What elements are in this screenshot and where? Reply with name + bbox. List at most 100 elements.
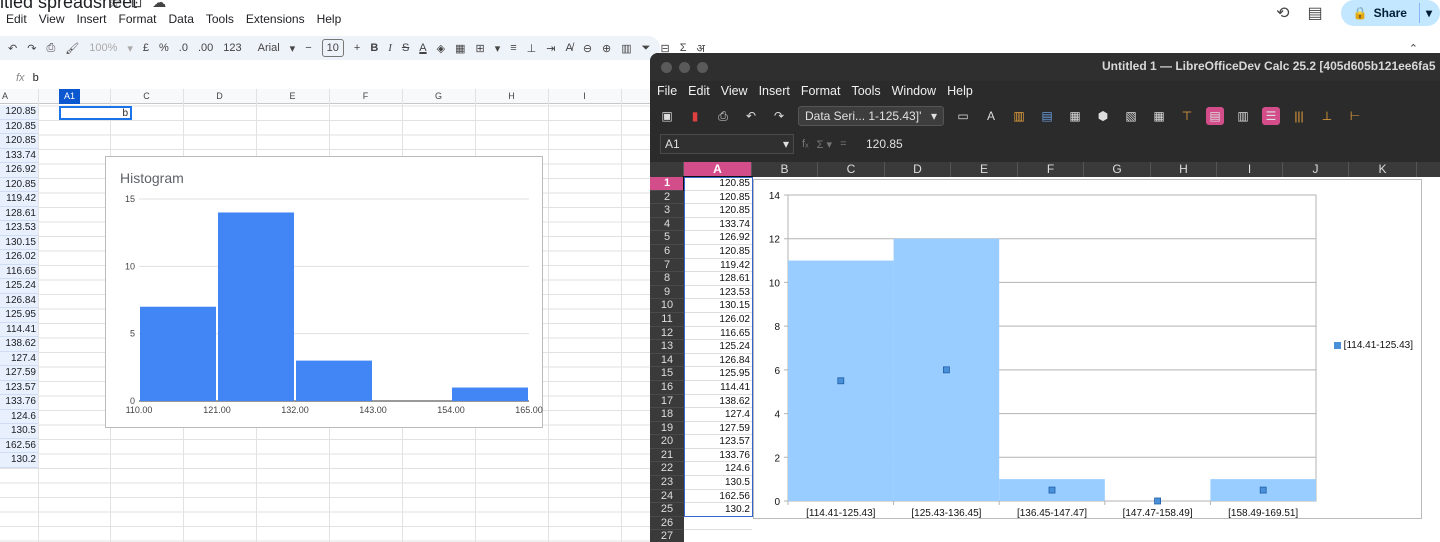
lo-col-d[interactable]: D — [885, 162, 951, 177]
print-icon[interactable]: ⎙ — [46, 42, 55, 55]
table-cell[interactable]: 162.56 — [0, 438, 38, 453]
paint-format-icon[interactable]: 🖌 — [65, 42, 79, 55]
table-cell[interactable]: 116.65 — [0, 264, 38, 279]
font-select[interactable]: Arial — [258, 42, 280, 54]
axes-icon[interactable]: ⊥ — [1318, 107, 1336, 125]
row-header[interactable]: 9 — [650, 285, 684, 300]
horizontal-grids-icon[interactable]: ☰ — [1262, 107, 1280, 125]
save-icon[interactable]: ▣ — [658, 107, 676, 125]
row-header[interactable]: 8 — [650, 272, 684, 286]
rotate-icon[interactable]: A̸ — [565, 42, 572, 54]
more-formats-button[interactable]: 123 — [223, 42, 241, 54]
italic-button[interactable]: I — [388, 42, 392, 54]
menu-view[interactable]: View — [39, 12, 65, 26]
close-window-icon[interactable] — [661, 61, 672, 73]
formula-input[interactable]: b — [33, 72, 39, 84]
table-cell[interactable]: 119.42 — [0, 192, 38, 207]
table-cell[interactable]: 138.62 — [684, 394, 752, 409]
table-cell[interactable]: 120.85 — [0, 177, 38, 192]
column-header-g[interactable]: G — [402, 91, 475, 101]
comments-icon[interactable]: ▤ — [1308, 3, 1323, 23]
table-cell[interactable]: 119.42 — [684, 258, 752, 273]
bold-button[interactable]: B — [370, 42, 378, 54]
wrap-icon[interactable]: ⇥ — [546, 42, 555, 55]
menu-data[interactable]: Data — [169, 12, 194, 26]
table-cell[interactable]: 127.4 — [684, 408, 752, 422]
table-cell[interactable]: 116.65 — [684, 326, 752, 341]
gsheets-histogram-chart[interactable]: Histogram 0 5 10 15 110.00 121.00 132.00 143.00… — [105, 156, 543, 428]
legend-icon[interactable]: ▥ — [1234, 107, 1252, 125]
table-cell[interactable]: 123.57 — [0, 380, 38, 395]
lo-name-box[interactable]: A1 ▾ — [660, 134, 794, 154]
menu-tools[interactable]: Tools — [206, 12, 234, 26]
column-header-a[interactable]: A — [0, 91, 10, 101]
lo-col-f[interactable]: F — [1018, 162, 1084, 177]
lo-menu-insert[interactable]: Insert — [759, 84, 790, 98]
table-cell[interactable]: 130.5 — [684, 476, 752, 490]
font-dropdown-icon[interactable]: ▾ — [290, 42, 296, 55]
lo-col-h[interactable]: H — [1151, 162, 1217, 177]
table-cell[interactable]: 126.84 — [0, 293, 38, 308]
table-cell[interactable]: 123.57 — [684, 435, 752, 449]
row-header[interactable]: 14 — [650, 353, 684, 368]
table-cell[interactable] — [684, 516, 752, 531]
row-header[interactable]: 19 — [650, 421, 684, 436]
row-header[interactable]: 5 — [650, 231, 684, 245]
share-button[interactable]: 🔒 Share ▾ — [1340, 0, 1440, 26]
star-icon[interactable]: ☆ — [108, 0, 121, 11]
font-size-increase-button[interactable]: + — [354, 42, 360, 54]
column-header-e[interactable]: E — [256, 91, 329, 101]
font-size-input[interactable]: 10 — [321, 39, 344, 57]
row-header[interactable]: 1 — [650, 177, 684, 191]
lo-formula-input[interactable]: 120.85 — [866, 137, 903, 151]
row-header[interactable]: 24 — [650, 489, 684, 504]
redo-icon[interactable]: ↷ — [770, 107, 788, 125]
bar-chart-icon[interactable]: ▥ — [1010, 107, 1028, 125]
lo-col-j[interactable]: J — [1283, 162, 1349, 177]
lo-menu-file[interactable]: File — [657, 84, 677, 98]
strikethrough-button[interactable]: S — [402, 42, 409, 54]
table-cell[interactable]: 124.6 — [0, 409, 38, 424]
lo-col-g[interactable]: G — [1084, 162, 1151, 177]
move-folder-icon[interactable]: ⊡ — [131, 0, 143, 11]
table-cell[interactable]: 123.53 — [684, 285, 752, 300]
row-header[interactable]: 23 — [650, 476, 684, 490]
row-header[interactable]: 21 — [650, 448, 684, 463]
title-icon[interactable]: ⊤ — [1178, 107, 1196, 125]
table-cell[interactable]: 162.56 — [684, 489, 752, 504]
row-header[interactable]: 11 — [650, 312, 684, 327]
maximize-window-icon[interactable] — [697, 61, 708, 73]
menu-edit[interactable]: Edit — [6, 12, 27, 26]
chart-element-select[interactable]: Data Seri... 1-125.43]' ▾ — [798, 106, 944, 126]
table-cell[interactable]: 138.62 — [0, 337, 38, 352]
lo-col-e[interactable]: E — [951, 162, 1018, 177]
row-header[interactable]: 26 — [650, 516, 684, 531]
lo-menu-help[interactable]: Help — [947, 84, 973, 98]
data-ranges-icon[interactable]: ▦ — [1066, 107, 1084, 125]
lo-menu-view[interactable]: View — [721, 84, 748, 98]
column-header-b[interactable]: A1 — [59, 89, 80, 104]
column-header-c[interactable]: C — [110, 91, 183, 101]
row-header[interactable]: 7 — [650, 258, 684, 273]
chart-legend[interactable]: [114.41-125.43] — [1333, 340, 1413, 351]
lo-col-k[interactable]: K — [1349, 162, 1417, 177]
table-cell[interactable]: 114.41 — [684, 380, 752, 395]
lo-titlebar[interactable]: Untitled 1 — LibreOfficeDev Calc 25.2 [4… — [650, 53, 1440, 81]
minimize-window-icon[interactable] — [679, 61, 690, 73]
row-header[interactable]: 16 — [650, 380, 684, 395]
table-cell[interactable]: 120.85 — [0, 134, 38, 149]
table-cell[interactable]: 123.53 — [0, 221, 38, 236]
table-cell[interactable]: 120.85 — [683, 176, 753, 192]
table-cell[interactable]: 130.2 — [684, 503, 752, 517]
legend-on-off-icon[interactable]: ▤ — [1206, 107, 1224, 125]
column-header-h[interactable]: H — [475, 91, 548, 101]
function-wizard-icon[interactable]: fₓ — [802, 138, 809, 151]
table-cell[interactable]: 120.85 — [684, 244, 752, 259]
sum-icon[interactable]: Σ ▾ — [817, 138, 832, 151]
share-dropdown-icon[interactable]: ▾ — [1426, 6, 1432, 20]
export-pdf-icon[interactable]: ▮ — [686, 107, 704, 125]
cloud-status-icon[interactable]: ☁ — [152, 0, 166, 11]
table-cell[interactable]: 125.95 — [0, 308, 38, 323]
table-cell[interactable]: 126.02 — [0, 250, 38, 265]
vertical-grids-icon[interactable]: ||| — [1290, 107, 1308, 125]
